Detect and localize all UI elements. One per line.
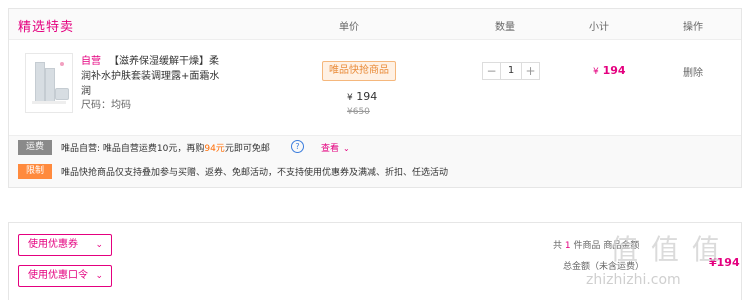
delete-button[interactable]: 删除: [683, 64, 703, 79]
product-base: [32, 101, 66, 104]
view-details-link[interactable]: 查看 ⌄: [321, 141, 350, 154]
use-coupon-code-button[interactable]: 使用优惠口令 ⌄: [18, 265, 112, 287]
item-count: 共 1 件商品 商品金额: [553, 238, 639, 251]
product-name[interactable]: 【滋养保湿缓解干燥】柔润补水护肤套装调理露+面霜水润: [81, 56, 219, 97]
self-operated-tag: 自营: [81, 56, 101, 67]
chevron-down-icon: ⌄: [95, 240, 103, 250]
product-name-link[interactable]: 自营 【滋养保湿缓解干燥】柔润补水护肤套装调理露+面霜水润: [81, 54, 226, 99]
current-price: ¥ 194: [347, 90, 377, 103]
product-logo-mark: [60, 62, 64, 66]
view-details-label: 查看: [321, 144, 340, 154]
current-price-value: 194: [356, 90, 378, 103]
cart-notes: 运费 唯品自营: 唯品自营运费10元，再购94元元即可免邮 ? 查看 ⌄ 限制 唯…: [9, 136, 741, 187]
currency-symbol: ¥: [593, 67, 599, 77]
restriction-text: 唯品快抢商品仅支持叠加参与买赠、返券、免邮活动，不支持使用优惠券及满减、折扣、任…: [61, 168, 449, 178]
product-thumbnail[interactable]: [25, 53, 73, 113]
bottle-shape: [45, 68, 55, 102]
total-label: 总金额（未含运费）: [563, 262, 645, 272]
shipping-text-pre: 唯品自营: 唯品自营运费10元，再购: [61, 144, 205, 154]
item-count-pre: 共: [553, 241, 563, 251]
quantity-input[interactable]: 1: [501, 63, 521, 79]
decrease-quantity-button[interactable]: −: [483, 63, 501, 79]
shipping-text-post: 元即可免邮: [224, 144, 270, 154]
shipping-amount-highlight: 94元: [204, 144, 225, 154]
original-price: ¥650: [347, 107, 370, 117]
chevron-down-icon: ⌄: [95, 271, 103, 281]
product-size: 尺码：均码: [81, 100, 131, 111]
use-coupon-label: 使用优惠券: [28, 239, 78, 250]
item-count-number: 1: [564, 241, 571, 251]
order-summary: 使用优惠券 ⌄ 使用优惠口令 ⌄ 共 1 件商品 商品金额 总金额（未含运费） …: [8, 222, 742, 300]
shipping-tag: 运费: [18, 140, 52, 155]
item-subtotal-value: 194: [602, 64, 626, 77]
currency-symbol: ¥: [347, 93, 353, 103]
jar-shape: [55, 88, 69, 100]
use-coupon-code-label: 使用优惠口令: [28, 270, 88, 281]
item-subtotal: ¥ 194: [593, 64, 626, 77]
flash-sale-badge: 唯品快抢商品: [322, 61, 396, 81]
section-title: 精选特卖: [18, 20, 75, 35]
increase-quantity-button[interactable]: +: [521, 63, 539, 79]
shipping-text: 唯品自营: 唯品自营运费10元，再购94元元即可免邮: [61, 141, 270, 154]
col-action: 操作: [683, 22, 703, 33]
use-coupon-button[interactable]: 使用优惠券 ⌄: [18, 234, 112, 256]
col-quantity: 数量: [495, 22, 515, 33]
col-subtotal: 小计: [589, 22, 609, 33]
cart-header: 精选特卖 单价 数量 小计 操作: [9, 9, 741, 40]
bottle-shape: [35, 62, 45, 102]
chevron-down-icon: ⌄: [343, 144, 350, 153]
quantity-stepper: − 1 +: [482, 62, 540, 80]
help-icon[interactable]: ?: [291, 140, 304, 153]
total-amount: ¥194: [709, 256, 740, 269]
cart-panel: 精选特卖 单价 数量 小计 操作 自营 【滋养保湿缓解干燥】柔润补水护肤套装调理露…: [8, 8, 742, 188]
restriction-tag: 限制: [18, 164, 52, 179]
col-price: 单价: [339, 22, 359, 33]
cart-item-row: 自营 【滋养保湿缓解干燥】柔润补水护肤套装调理露+面霜水润 尺码：均码 唯品快抢商…: [9, 40, 741, 136]
item-count-post: 件商品 商品金额: [573, 241, 640, 251]
